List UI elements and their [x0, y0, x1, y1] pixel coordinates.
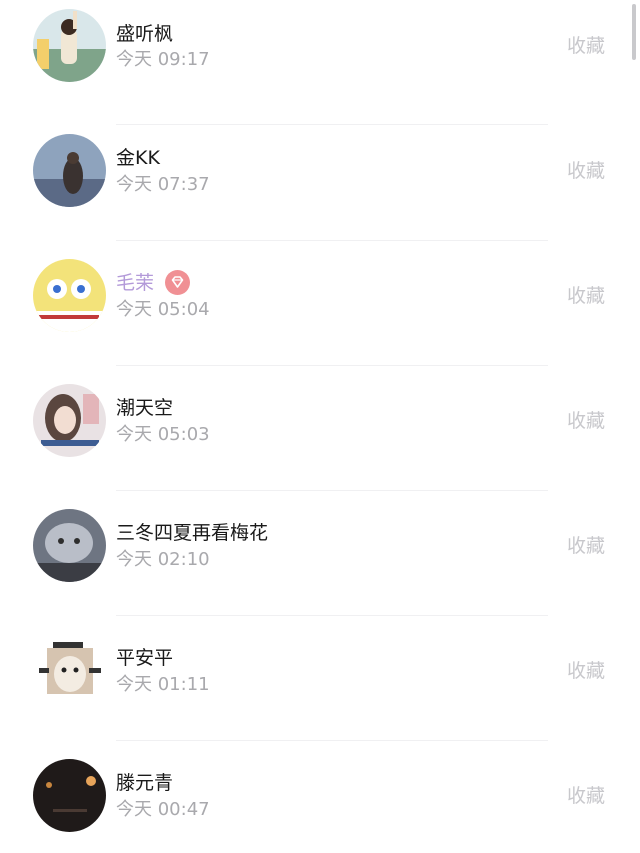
avatar[interactable]: [33, 259, 106, 332]
avatar[interactable]: [33, 9, 106, 82]
avatar[interactable]: [33, 509, 106, 582]
avatar[interactable]: [33, 634, 106, 707]
timestamp: 今天 05:04: [116, 299, 210, 320]
collect-button[interactable]: 收藏: [567, 784, 605, 808]
list-item[interactable]: 盛听枫 今天 09:17 收藏: [0, 0, 640, 125]
collect-button[interactable]: 收藏: [567, 34, 605, 58]
contact-name: 三冬四夏再看梅花: [116, 522, 269, 544]
list-item[interactable]: 平安平 今天 01:11 收藏: [0, 616, 640, 741]
list-item[interactable]: 三冬四夏再看梅花 今天 02:10 收藏: [0, 491, 640, 616]
timestamp: 今天 01:11: [116, 674, 210, 695]
timestamp: 今天 02:10: [116, 549, 210, 570]
collect-button[interactable]: 收藏: [567, 284, 605, 308]
scrollbar[interactable]: [632, 4, 636, 60]
vip-diamond-icon: [165, 270, 190, 295]
avatar[interactable]: [33, 134, 106, 207]
collect-button[interactable]: 收藏: [567, 159, 605, 183]
contact-name: 平安平: [116, 647, 174, 669]
contact-name: 滕元青: [116, 772, 174, 794]
contact-name: 潮天空: [116, 397, 174, 419]
timestamp: 今天 09:17: [116, 49, 210, 70]
contact-name: 毛茉: [116, 272, 155, 294]
timestamp: 今天 05:03: [116, 424, 210, 445]
avatar[interactable]: [33, 759, 106, 832]
collect-button[interactable]: 收藏: [567, 659, 605, 683]
contact-name: 盛听枫: [116, 23, 174, 45]
list-item[interactable]: 金KK 今天 07:37 收藏: [0, 116, 640, 241]
contact-name: 金KK: [116, 147, 160, 169]
avatar[interactable]: [33, 384, 106, 457]
timestamp: 今天 07:37: [116, 174, 210, 195]
list-item[interactable]: 毛茉 今天 05:04 收藏: [0, 241, 640, 366]
collect-button[interactable]: 收藏: [567, 534, 605, 558]
collect-button[interactable]: 收藏: [567, 409, 605, 433]
list-item[interactable]: 滕元青 今天 00:47 收藏: [0, 741, 640, 853]
timestamp: 今天 00:47: [116, 799, 210, 820]
list-item[interactable]: 潮天空 今天 05:03 收藏: [0, 366, 640, 491]
